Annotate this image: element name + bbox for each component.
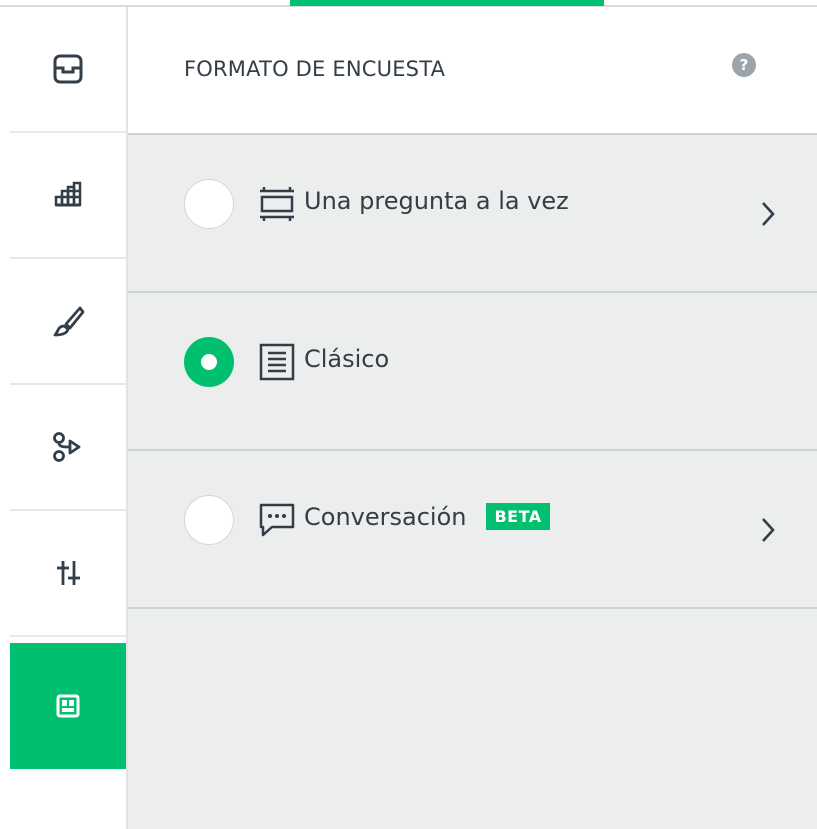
option-conversation[interactable]: Conversación BETA <box>128 451 817 609</box>
sidebar-item-inbox[interactable] <box>10 7 126 133</box>
beta-badge: BETA <box>486 502 550 530</box>
sidebar-item-analyze[interactable] <box>10 133 126 259</box>
sidebar-item-format[interactable] <box>10 643 126 769</box>
chart-bars-icon <box>54 181 82 207</box>
option-label: Clásico <box>304 345 390 373</box>
sliders-icon <box>57 561 80 585</box>
radio-classic[interactable] <box>184 337 234 387</box>
option-label: Conversación BETA <box>304 502 550 532</box>
one-question-icon <box>260 187 294 221</box>
help-icon[interactable]: ? <box>732 53 756 77</box>
option-one-question[interactable]: Una pregunta a la vez <box>128 135 817 293</box>
panel-header: FORMATO DE ENCUESTA ? <box>128 7 817 135</box>
brush-icon <box>53 306 85 337</box>
panel-title: FORMATO DE ENCUESTA <box>184 57 446 81</box>
option-label: Una pregunta a la vez <box>304 187 569 215</box>
chevron-right-icon[interactable] <box>758 515 778 545</box>
inbox-icon <box>53 54 83 84</box>
sidebar-item-logic[interactable] <box>10 385 126 511</box>
top-progress-bar <box>0 0 817 7</box>
sidebar <box>10 7 126 829</box>
layout-format-icon <box>56 694 80 718</box>
sidebar-item-design[interactable] <box>10 259 126 385</box>
chevron-right-icon[interactable] <box>758 199 778 229</box>
option-label-text: Conversación <box>304 503 467 531</box>
format-panel: FORMATO DE ENCUESTA ? Una pregunta a la … <box>126 7 817 829</box>
radio-conversation[interactable] <box>184 495 234 545</box>
classic-list-icon <box>259 343 295 381</box>
sidebar-item-options[interactable] <box>10 511 126 637</box>
chat-bubble-icon <box>259 503 295 537</box>
option-classic[interactable]: Clásico <box>128 293 817 451</box>
logic-branch-icon <box>53 432 81 462</box>
radio-one-question[interactable] <box>184 179 234 229</box>
active-tab-indicator <box>290 0 604 6</box>
